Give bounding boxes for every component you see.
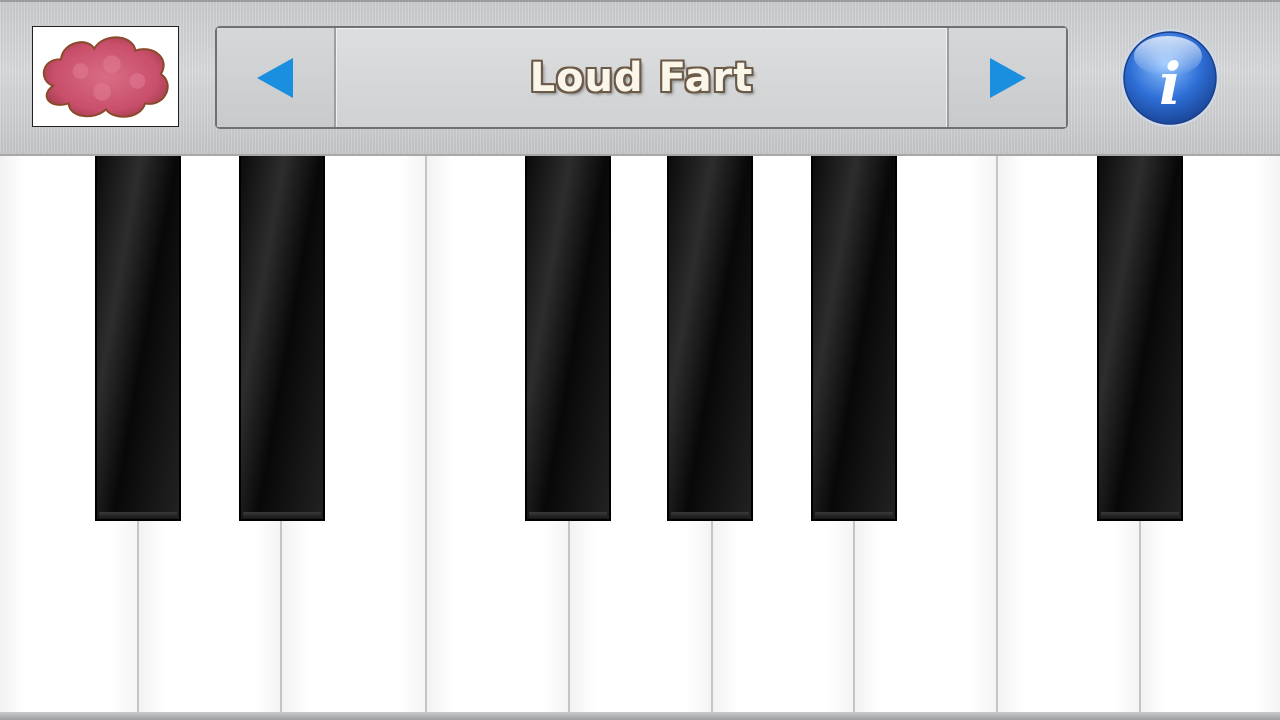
black-key-f-sharp[interactable] <box>525 156 611 521</box>
black-key-a-sharp[interactable] <box>811 156 897 521</box>
svg-text:i: i <box>1159 50 1181 118</box>
next-sound-button[interactable] <box>947 28 1066 127</box>
arrow-left-icon <box>257 58 293 98</box>
info-icon: i <box>1121 29 1219 127</box>
fart-cloud-icon[interactable] <box>32 26 179 127</box>
black-key-d-sharp[interactable] <box>239 156 325 521</box>
piano-keyboard <box>0 156 1280 720</box>
black-key-c-sharp[interactable] <box>95 156 181 521</box>
black-key-g-sharp[interactable] <box>667 156 753 521</box>
previous-sound-button[interactable] <box>217 28 336 127</box>
arrow-right-icon <box>990 58 1026 98</box>
sound-name-label: Loud Fart <box>529 54 754 101</box>
info-button[interactable]: i <box>1110 26 1230 129</box>
keyboard-bottom-rail <box>0 712 1280 720</box>
toolbar: Loud Fart i <box>0 0 1280 156</box>
black-key-c-sharp-2[interactable] <box>1097 156 1183 521</box>
sound-selector: Loud Fart <box>215 26 1068 129</box>
